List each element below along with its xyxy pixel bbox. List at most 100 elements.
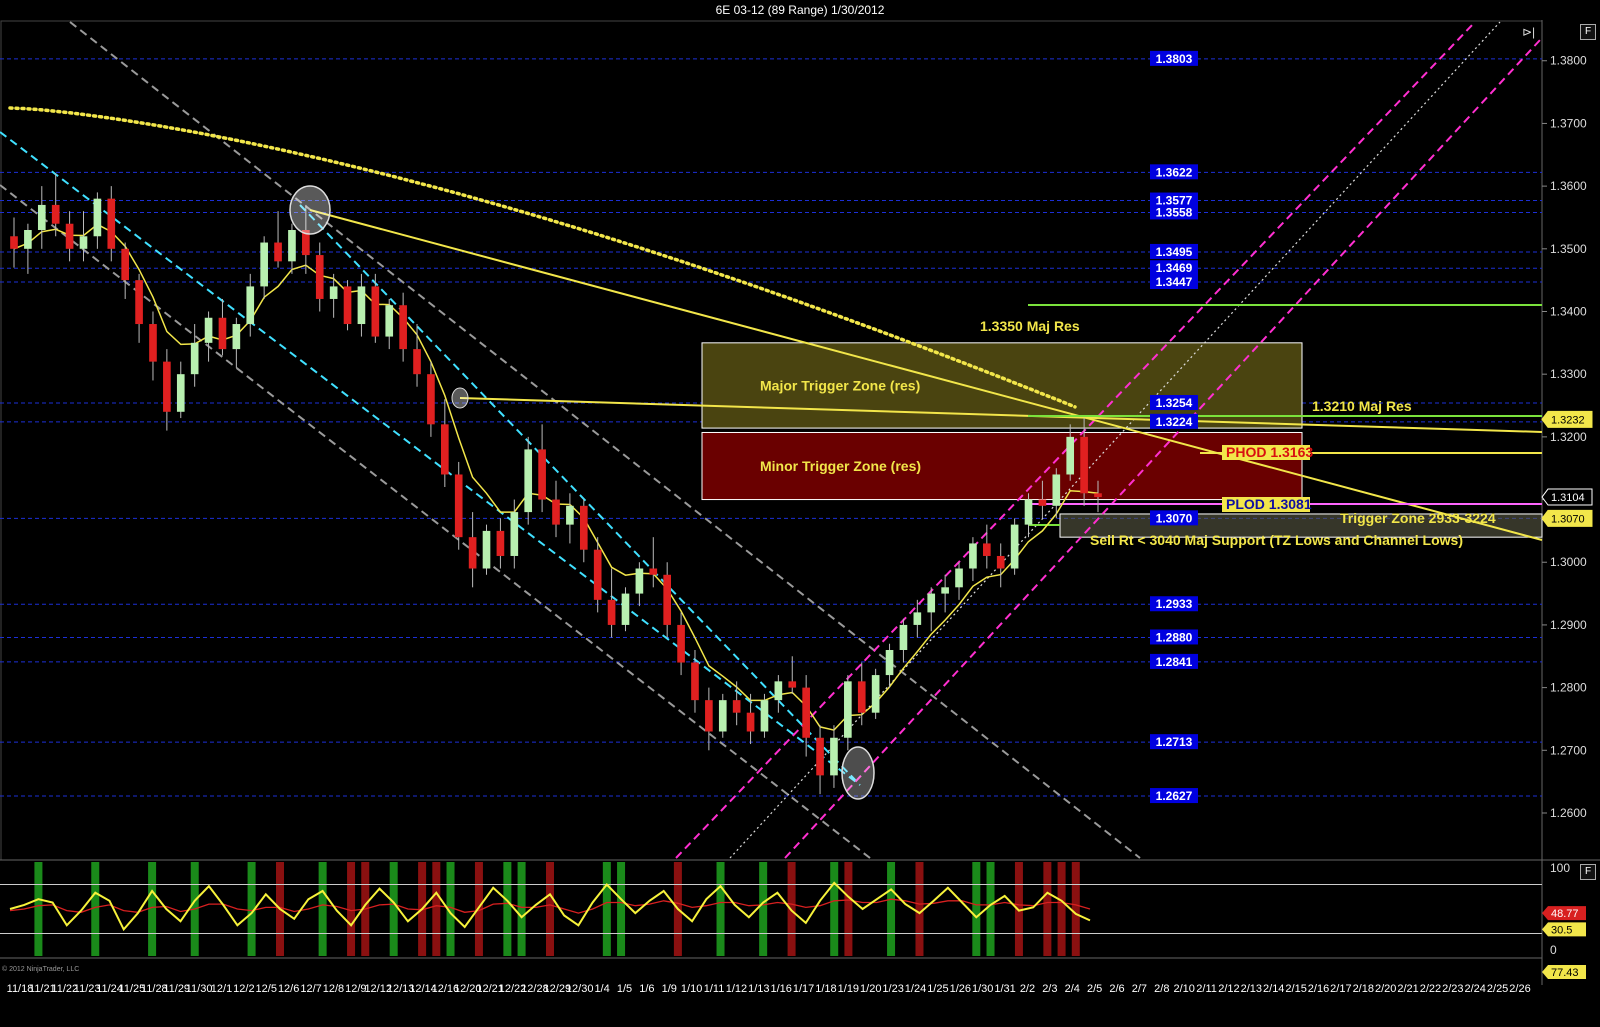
level-label: 1.2933 [1156, 597, 1193, 611]
date-tick-label: 2/4 [1065, 983, 1080, 995]
candle-bull [260, 242, 268, 287]
osc-tick-label: 100 [1550, 861, 1570, 875]
osc-bar-green [34, 862, 43, 956]
date-tick-label: 12/5 [256, 983, 277, 995]
price-chart[interactable]: 1.38031.36221.35771.35581.34951.34691.34… [0, 0, 1600, 1027]
price-tick-label: 1.3700 [1550, 116, 1587, 130]
price-tag-label: 1.3232 [1551, 414, 1585, 426]
price-tick-label: 1.3000 [1550, 555, 1587, 569]
candle-bear [315, 255, 324, 299]
candle-bull [830, 737, 838, 776]
candle-bear [552, 499, 560, 525]
osc-bar-green [602, 862, 611, 956]
osc-bar-red [1043, 862, 1052, 956]
candle-bear [135, 280, 143, 325]
candle-bear [1094, 493, 1102, 498]
candle-bear [440, 424, 449, 475]
date-tick-label: 1/25 [927, 983, 948, 995]
candle-bull [955, 568, 963, 588]
date-tick-label: 2/7 [1132, 983, 1147, 995]
candle-bull [329, 286, 338, 299]
candle-bull [357, 286, 366, 325]
date-tick-label: 1/24 [905, 983, 926, 995]
candle-bull [718, 700, 727, 732]
candle-bull [232, 324, 241, 350]
price-tag-label: 1.3070 [1551, 513, 1585, 525]
level-label: 1.3254 [1156, 396, 1193, 410]
osc-value-label: 30.5 [1551, 924, 1572, 936]
candle-bear [343, 286, 352, 325]
candle-bull [1052, 474, 1061, 506]
candle-bear [816, 737, 824, 776]
osc-bar-green [972, 862, 981, 956]
osc-bar-green [503, 862, 512, 956]
price-tick-label: 1.3600 [1550, 179, 1587, 193]
minor-zone-label: Minor Trigger Zone (res) [760, 458, 921, 474]
level-label: 1.2841 [1156, 655, 1193, 669]
candle-bull [913, 612, 922, 625]
price-tick-label: 1.2600 [1550, 806, 1587, 820]
price-tick-label: 1.3200 [1550, 430, 1587, 444]
candle-bull [288, 230, 296, 262]
price-tick-label: 1.3400 [1550, 304, 1587, 318]
level-label: 1.3070 [1156, 511, 1193, 525]
date-tick-label: 1/12 [726, 983, 747, 995]
candle-bear [705, 700, 713, 732]
osc-bar-green [830, 862, 839, 956]
candle-bear [691, 662, 699, 701]
date-tick-label: 1/6 [639, 983, 654, 995]
date-tick-label: 1/11 [704, 983, 725, 995]
date-tick-label: 1/19 [838, 983, 859, 995]
candle-bear [454, 474, 463, 538]
price-tick-label: 1.2800 [1550, 681, 1587, 695]
date-tick-label: 1/31 [994, 983, 1015, 995]
date-tick-label: 2/14 [1263, 983, 1284, 995]
candle-bear [1080, 436, 1088, 494]
date-tick-label: 1/9 [662, 983, 677, 995]
candle-bull [760, 700, 769, 732]
candle-bull [37, 204, 46, 230]
candle-bear [51, 204, 60, 224]
candle-bear [149, 324, 157, 362]
plod-label: PLOD 1.3081 [1226, 496, 1312, 512]
candle-bear [802, 687, 810, 738]
level-label: 1.2627 [1156, 789, 1193, 803]
candle-bear [857, 681, 866, 713]
maj-res-1350-label: 1.3350 Maj Res [980, 318, 1080, 334]
candle-bull [1066, 436, 1075, 475]
candle-bear [579, 505, 588, 550]
date-tick-label: 1/16 [770, 983, 791, 995]
candle-bear [413, 349, 421, 375]
date-tick-label: 1/17 [793, 983, 814, 995]
osc-bar-red [1071, 862, 1080, 956]
candle-bear [163, 361, 171, 412]
date-tick-label: 1/20 [860, 983, 881, 995]
date-tick-label: 12/2 [233, 983, 254, 995]
trigger-zone-label: Trigger Zone 2933-3224 [1340, 510, 1496, 526]
osc-bar-green [986, 862, 995, 956]
date-tick-label: 2/26 [1509, 983, 1530, 995]
date-tick-label: 2/12 [1218, 983, 1239, 995]
date-tick-label: 1/30 [972, 983, 993, 995]
level-label: 1.2880 [1156, 630, 1193, 644]
date-tick-label: 2/10 [1173, 983, 1194, 995]
date-tick-label: 12/7 [300, 983, 321, 995]
candle-bear [218, 317, 227, 350]
candle-bear [996, 555, 1005, 569]
candle-bull [246, 286, 255, 325]
candle-bull [566, 505, 574, 525]
candle-bull [79, 236, 88, 249]
candle-bear [65, 223, 74, 249]
candle-bear [1038, 499, 1047, 506]
candle-bear [982, 543, 991, 556]
candle-bear [677, 624, 685, 663]
candle-bull [510, 512, 519, 556]
level-label: 1.3224 [1156, 415, 1193, 429]
osc-bar-green [759, 862, 768, 956]
date-tick-label: 2/21 [1397, 983, 1418, 995]
candle-bear [607, 599, 616, 625]
osc-bar-green [517, 862, 526, 956]
candle-bull [844, 681, 852, 738]
date-tick-label: 2/8 [1154, 983, 1169, 995]
price-tick-label: 1.2900 [1550, 618, 1587, 632]
